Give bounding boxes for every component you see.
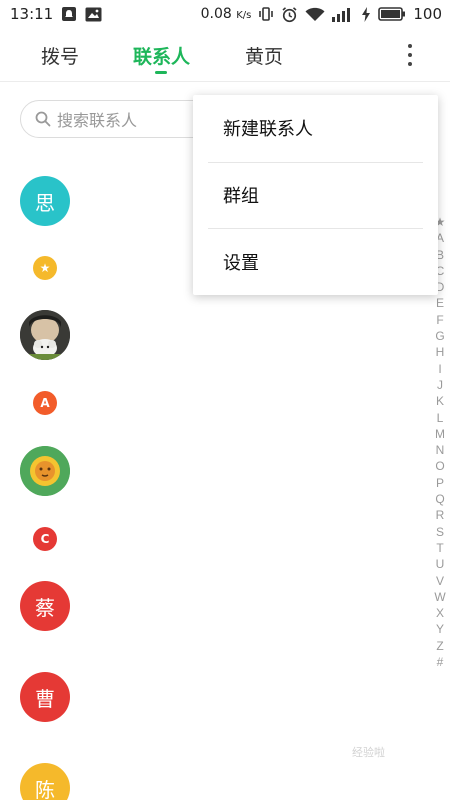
charging-icon [361, 6, 371, 22]
alphabet-index-letter[interactable]: J [437, 377, 443, 393]
status-bar: 13:11 0.08 K/s 100 [0, 0, 450, 28]
contact-avatar[interactable]: 蔡 [20, 581, 70, 631]
menu-item-settings[interactable]: 设置 [193, 228, 438, 295]
alphabet-index-letter[interactable]: I [438, 361, 441, 377]
section-header-c: C [33, 527, 57, 551]
search-icon [35, 111, 51, 127]
contact-avatar[interactable]: 曹 [20, 672, 70, 722]
alphabet-index-letter[interactable]: L [437, 410, 444, 426]
contact-photo-icon [20, 310, 70, 360]
watermark-logo: 经验啦 [352, 747, 385, 759]
menu-item-groups[interactable]: 群组 [193, 161, 438, 229]
alphabet-index-letter[interactable]: H [436, 344, 445, 360]
notification-bell-icon [61, 6, 77, 22]
contact-avatar[interactable]: 思 [20, 176, 70, 226]
alphabet-index-letter[interactable]: Q [435, 491, 444, 507]
tab-dial[interactable]: 拨号 [41, 28, 79, 82]
menu-item-new-contact[interactable]: 新建联系人 [193, 95, 438, 162]
more-dot-icon [408, 62, 412, 66]
alphabet-index-letter[interactable]: K [436, 393, 444, 409]
alphabet-index-letter[interactable]: R [436, 507, 445, 523]
battery-level: 100 [413, 5, 442, 23]
section-header-starred: ★ [33, 256, 57, 280]
network-speed: 0.08 K/s [200, 6, 252, 22]
alphabet-index-letter[interactable]: N [436, 442, 445, 458]
tab-bar: 拨号 联系人 黄页 [0, 28, 450, 82]
clock: 13:11 [10, 5, 54, 23]
tab-yellow-pages[interactable]: 黄页 [245, 28, 283, 82]
contact-avatar[interactable]: 陈 [20, 763, 70, 800]
alarm-icon [281, 6, 298, 23]
alphabet-index-letter[interactable]: X [436, 605, 444, 621]
alphabet-index-letter[interactable]: M [435, 426, 445, 442]
alphabet-index-letter[interactable]: W [434, 589, 445, 605]
alphabet-index-letter[interactable]: Y [436, 621, 444, 637]
signal-icon [332, 7, 354, 22]
alphabet-index-letter[interactable]: O [435, 458, 444, 474]
alphabet-index-letter[interactable]: Z [436, 638, 443, 654]
alphabet-index-letter[interactable]: V [436, 573, 444, 589]
alphabet-index-letter[interactable]: S [436, 524, 444, 540]
alphabet-index-letter[interactable]: # [437, 654, 444, 670]
active-tab-indicator [155, 71, 167, 74]
more-options-button[interactable] [396, 40, 424, 70]
more-dot-icon [408, 53, 412, 57]
vibrate-icon [258, 6, 274, 22]
more-dot-icon [408, 44, 412, 48]
contact-avatar-photo[interactable] [20, 310, 70, 360]
section-header-a: A [33, 391, 57, 415]
lion-icon [20, 446, 70, 496]
alphabet-index-letter[interactable]: F [436, 312, 443, 328]
image-notification-icon [85, 7, 102, 22]
search-placeholder: 搜索联系人 [57, 111, 138, 130]
alphabet-index-letter[interactable]: E [436, 295, 444, 311]
contact-avatar-lion[interactable] [20, 446, 70, 496]
alphabet-index-letter[interactable]: U [436, 556, 445, 572]
alphabet-index-letter[interactable]: P [436, 475, 444, 491]
overflow-menu: 新建联系人 群组 设置 [193, 95, 438, 295]
battery-icon [378, 7, 406, 21]
alphabet-index-letter[interactable]: G [435, 328, 444, 344]
wifi-icon [305, 7, 325, 22]
alphabet-index-letter[interactable]: T [436, 540, 443, 556]
